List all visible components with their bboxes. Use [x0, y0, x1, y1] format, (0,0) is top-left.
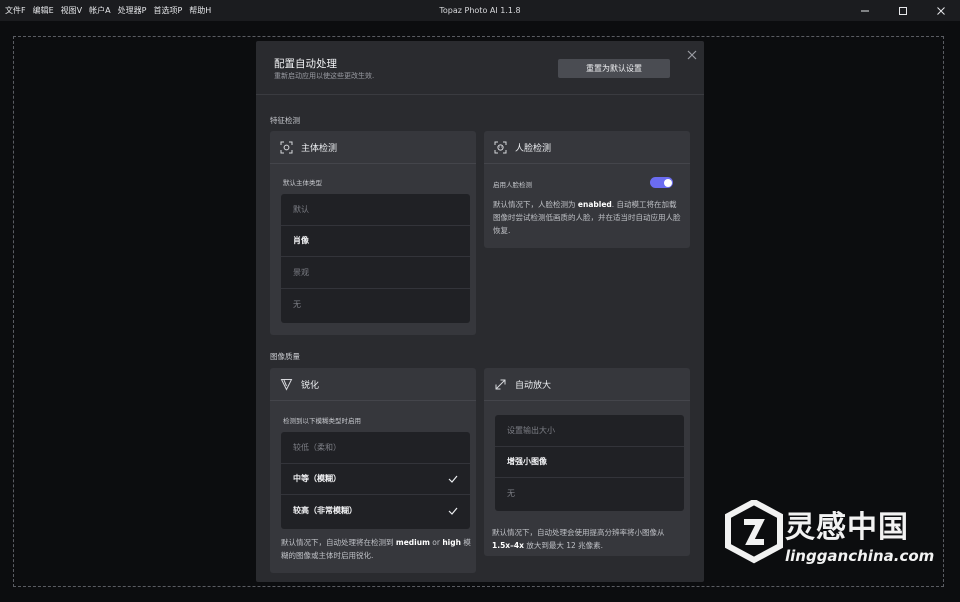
toggle-knob [663, 178, 672, 187]
menu-help[interactable]: 帮助H [189, 0, 211, 21]
checkmark-icon [448, 475, 458, 483]
subject-option-portrait[interactable]: 肖像 [281, 226, 470, 257]
upscale-option-list: 设置输出大小 增强小图像 无 [495, 415, 684, 511]
menu-bar: 文件F 编辑E 视图V 帐户A 处理器P 首选项P 帮助H [0, 0, 218, 21]
face-detection-icon [494, 141, 507, 154]
dialog-header: 配置自动处理 重新启动应用以使这些更改生效. 重置为默认设置 [256, 41, 704, 95]
close-icon[interactable] [686, 49, 698, 61]
blur-option-high[interactable]: 较高（非常模糊） [281, 495, 470, 527]
section-image-quality: 图像质量 [270, 352, 300, 361]
sharpen-icon [280, 378, 293, 391]
face-detection-toggle[interactable] [650, 177, 673, 188]
blur-option-low[interactable]: 较低（柔和） [281, 432, 470, 464]
subject-option-default[interactable]: 默认 [281, 194, 470, 226]
close-icon [937, 6, 945, 15]
maximize-icon [899, 6, 907, 15]
face-detection-title: 人脸检测 [515, 143, 552, 154]
face-detection-card: 人脸检测 启用人脸检测 默认情况下，人脸检测为 enabled. 自动模工将在加… [484, 131, 690, 248]
maximize-button[interactable] [884, 0, 922, 21]
watermark: 灵感中国 lingganchina.com [722, 492, 942, 592]
enable-face-detection-label: 启用人脸检测 [493, 181, 532, 189]
close-window-button[interactable] [922, 0, 960, 21]
subject-detection-title: 主体检测 [301, 143, 338, 154]
subject-option-landscape[interactable]: 景观 [281, 257, 470, 289]
minimize-icon [861, 10, 869, 11]
blur-type-list: 较低（柔和） 中等（模糊） 较高（非常模糊） [281, 432, 470, 529]
sharpen-header: 锐化 [270, 368, 476, 401]
default-subject-type-label: 默认主体类型 [283, 179, 322, 187]
dialog-title: 配置自动处理 [274, 58, 337, 70]
auto-processing-dialog: 配置自动处理 重新启动应用以使这些更改生效. 重置为默认设置 特征检测 主体检测… [256, 41, 704, 582]
sharpen-title: 锐化 [301, 380, 320, 391]
subject-option-none[interactable]: 无 [281, 289, 470, 321]
menu-edit[interactable]: 编辑E [33, 0, 54, 21]
minimize-button[interactable] [846, 0, 884, 21]
upscale-option-output-size[interactable]: 设置输出大小 [495, 415, 684, 447]
subject-detection-header: 主体检测 [270, 131, 476, 164]
menu-account[interactable]: 帐户A [89, 0, 110, 21]
expand-arrows-icon [494, 378, 507, 391]
reset-defaults-button[interactable]: 重置为默认设置 [558, 59, 670, 78]
blur-option-medium[interactable]: 中等（模糊） [281, 464, 470, 495]
checkmark-icon [448, 507, 458, 515]
auto-upscale-card: 自动放大 设置输出大小 增强小图像 无 默认情况下，自动处理会使用提高分辨率将小… [484, 368, 690, 556]
auto-upscale-title: 自动放大 [515, 380, 552, 391]
window-controls [846, 0, 960, 21]
title-bar: 文件F 编辑E 视图V 帐户A 处理器P 首选项P 帮助H Topaz Phot… [0, 0, 960, 21]
dialog-subtitle: 重新启动应用以使这些更改生效. [274, 72, 375, 80]
menu-view[interactable]: 视图V [61, 0, 82, 21]
subject-focus-icon [280, 141, 293, 154]
watermark-logo-icon [725, 500, 783, 564]
auto-upscale-header: 自动放大 [484, 368, 690, 401]
upscale-option-none[interactable]: 无 [495, 478, 684, 510]
blur-types-label: 检测到以下模糊类型时启用 [283, 417, 361, 425]
watermark-url: lingganchina.com [785, 547, 935, 565]
face-detection-description: 默认情况下，人脸检测为 enabled. 自动模工将在加载图像时尝试检测低画质的… [493, 200, 681, 235]
menu-processor[interactable]: 处理器P [118, 0, 147, 21]
upscale-option-enhance-small[interactable]: 增强小图像 [495, 447, 684, 478]
menu-file[interactable]: 文件F [5, 0, 26, 21]
sharpen-description: 默认情况下，自动处理将在检测到 medium or high 模糊的图像或主体时… [281, 538, 471, 560]
sharpen-card: 锐化 检测到以下模糊类型时启用 较低（柔和） 中等（模糊） 较高（非常模糊） 默… [270, 368, 476, 573]
menu-preferences[interactable]: 首选项P [153, 0, 182, 21]
subject-detection-card: 主体检测 默认主体类型 默认 肖像 景观 无 [270, 131, 476, 335]
upscale-description: 默认情况下，自动处理会使用提高分辨率将小图像从 1.5x–4x 放大到最大 12… [492, 528, 665, 550]
subject-type-list: 默认 肖像 景观 无 [281, 194, 470, 323]
section-feature-detection: 特征检测 [270, 116, 300, 125]
watermark-text: 灵感中国 [785, 510, 909, 545]
face-detection-header: 人脸检测 [484, 131, 690, 164]
